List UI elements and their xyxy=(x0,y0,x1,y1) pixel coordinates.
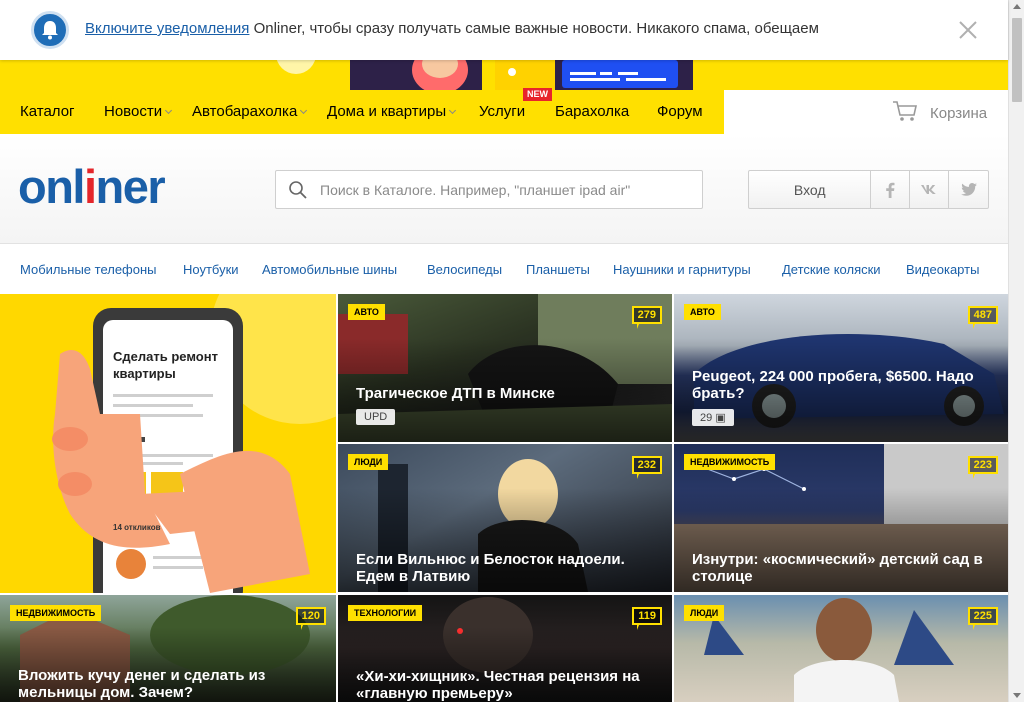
search-icon xyxy=(288,180,308,203)
news-title: Изнутри: «космический» детский сад в сто… xyxy=(692,551,983,585)
category-link[interactable]: Детские коляски xyxy=(782,262,881,277)
logo-text-start: onl xyxy=(18,160,85,213)
update-badge: UPD xyxy=(356,409,396,425)
nav-item-news[interactable]: Новости xyxy=(104,103,173,120)
category-link[interactable]: Планшеты xyxy=(526,262,590,277)
photo-count-badge: 29 ▣ xyxy=(692,409,734,426)
nav-item-forum[interactable]: Форум xyxy=(657,103,703,120)
new-badge: NEW xyxy=(523,88,552,101)
logo-text-end: ner xyxy=(95,160,166,213)
facebook-icon[interactable] xyxy=(871,171,911,208)
news-tile[interactable]: АВТО 279 Трагическое ДТП в Минске UPD xyxy=(338,294,672,442)
nav-item-realty-label: Дома и квартиры xyxy=(327,103,447,120)
tag-badge: ТЕХНОЛОГИИ xyxy=(348,605,423,621)
promo-title: Сделать ремонт квартиры xyxy=(113,349,218,381)
news-tile[interactable]: ЛЮДИ 232 Если Вильнюс и Белосток надоели… xyxy=(338,444,672,592)
nav-item-autobaraholka-label: Автобарахолка xyxy=(192,103,298,120)
news-title: Трагическое ДТП в Минске xyxy=(356,385,555,402)
nav-item-services[interactable]: Услуги xyxy=(479,103,525,120)
camera-icon: ▣ xyxy=(715,412,726,424)
scroll-up-icon[interactable] xyxy=(1013,4,1021,9)
tag-badge: НЕДВИЖИМОСТЬ xyxy=(10,605,102,621)
notification-bar: Включите уведомления Onliner, чтобы сраз… xyxy=(0,0,1008,60)
news-tile[interactable]: АВТО 487 Peugeot, 224 000 пробега, $6500… xyxy=(674,294,1008,442)
nav-item-realty[interactable]: Дома и квартиры xyxy=(327,103,457,120)
cart-label: Корзина xyxy=(930,104,988,122)
comments-count: 223 xyxy=(967,456,998,479)
category-link[interactable]: Наушники и гарнитуры xyxy=(613,262,751,277)
tag-badge: НЕДВИЖИМОСТЬ xyxy=(684,454,776,470)
promo-tile[interactable]: Сделать ремонт квартиры 14 откликов xyxy=(0,294,336,593)
site-header: onliner Поиск в Каталоге. Например, "пла… xyxy=(0,134,1008,244)
promo-responses: 14 откликов xyxy=(113,523,161,532)
nav-item-autobaraholka[interactable]: Автобарахолка xyxy=(192,103,308,120)
logo-text-red: i xyxy=(83,160,97,213)
news-tile[interactable]: НЕДВИЖИМОСТЬ 223 Изнутри: «космический» … xyxy=(674,444,1008,592)
category-link[interactable]: Велосипеды xyxy=(427,262,502,277)
comments-count: 487 xyxy=(967,306,998,329)
search-input[interactable]: Поиск в Каталоге. Например, "планшет ipa… xyxy=(275,170,703,209)
site-logo[interactable]: onliner xyxy=(18,159,166,214)
cart-icon xyxy=(892,100,918,126)
tag-badge: АВТО xyxy=(684,304,721,320)
news-title: Если Вильнюс и Белосток надоели. Едем в … xyxy=(356,551,625,585)
category-links: Мобильные телефоны Ноутбуки Автомобильны… xyxy=(0,244,1008,294)
scroll-down-icon[interactable] xyxy=(1013,693,1021,698)
comments-count: 225 xyxy=(967,607,998,630)
notification-message: Onliner, чтобы сразу получать самые важн… xyxy=(249,20,819,37)
category-link[interactable]: Автомобильные шины xyxy=(262,262,397,277)
category-link[interactable]: Мобильные телефоны xyxy=(20,262,157,277)
news-tile[interactable]: ТЕХНОЛОГИИ 119 «Хи-хи-хищник». Честная р… xyxy=(338,595,672,702)
tag-badge: ЛЮДИ xyxy=(684,605,725,621)
bell-icon xyxy=(31,11,69,49)
category-link[interactable]: Ноутбуки xyxy=(183,262,239,277)
tag-badge: АВТО xyxy=(348,304,385,320)
chevron-down-icon xyxy=(165,106,173,115)
scrollbar-thumb[interactable] xyxy=(1012,18,1022,102)
search-placeholder: Поиск в Каталоге. Например, "планшет ipa… xyxy=(320,181,631,198)
photo-count: 29 xyxy=(700,412,713,424)
news-title: Peugeot, 224 000 пробега, $6500. Надо бр… xyxy=(692,368,974,402)
news-tile[interactable]: ЛЮДИ 225 xyxy=(674,595,1008,702)
news-title: «Хи-хи-хищник». Честная рецензия на «гла… xyxy=(356,668,640,702)
comments-count: 120 xyxy=(295,607,326,630)
main-nav: Каталог Новости Автобарахолка Дома и ква… xyxy=(0,90,1008,134)
auth-panel: Вход xyxy=(748,170,989,209)
nav-item-news-label: Новости xyxy=(104,103,163,120)
vk-icon[interactable] xyxy=(910,171,950,208)
chevron-down-icon xyxy=(300,106,308,115)
twitter-icon[interactable] xyxy=(949,171,988,208)
cart-button[interactable]: Корзина xyxy=(892,100,987,126)
nav-item-catalog[interactable]: Каталог xyxy=(20,103,75,120)
tag-badge: ЛЮДИ xyxy=(348,454,389,470)
news-tile[interactable]: НЕДВИЖИМОСТЬ 120 Вложить кучу денег и сд… xyxy=(0,595,336,702)
notification-text: Включите уведомления Onliner, чтобы сраз… xyxy=(85,20,819,37)
comments-count: 232 xyxy=(631,456,662,479)
login-button[interactable]: Вход xyxy=(749,171,872,208)
news-title: Вложить кучу денег и сделать из мельницы… xyxy=(18,667,266,701)
chevron-down-icon xyxy=(449,106,457,115)
page-scrollbar[interactable] xyxy=(1008,0,1024,702)
close-icon[interactable] xyxy=(958,20,978,40)
ad-banner[interactable] xyxy=(0,60,1008,90)
enable-notifications-link[interactable]: Включите уведомления xyxy=(85,20,249,37)
nav-item-baraholka[interactable]: Барахолка xyxy=(555,103,629,120)
comments-count: 119 xyxy=(632,607,662,630)
category-link[interactable]: Видеокарты xyxy=(906,262,979,277)
comments-count: 279 xyxy=(631,306,662,329)
